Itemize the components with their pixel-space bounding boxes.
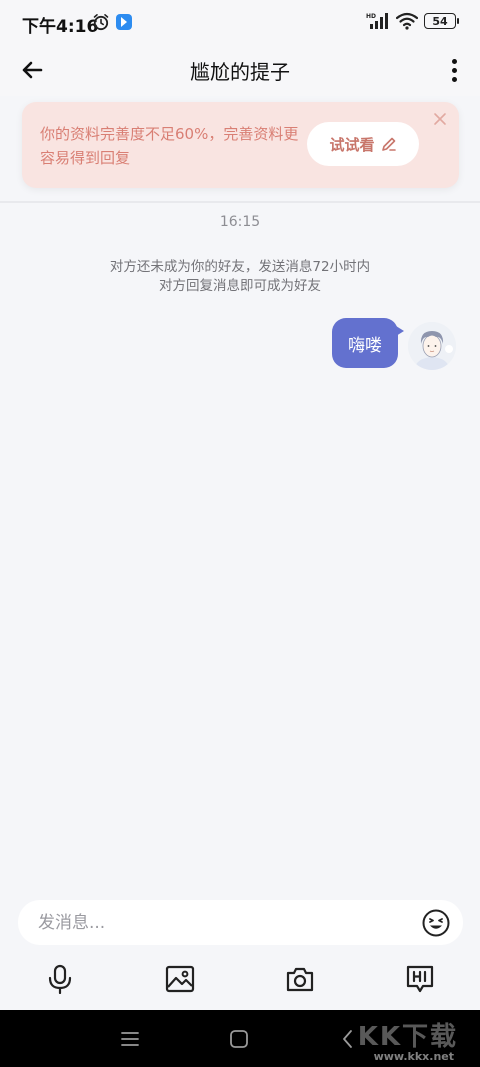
profile-completeness-banner: 你的资料完善度不足60%，完善资料更容易得到回复 试试看 xyxy=(22,102,459,188)
pencil-icon xyxy=(381,137,396,151)
greeting-button[interactable] xyxy=(402,961,438,997)
more-vertical-icon xyxy=(451,58,457,64)
banner-message: 你的资料完善度不足60%，完善资料更容易得到回复 xyxy=(40,125,299,167)
close-banner-icon[interactable] xyxy=(433,112,447,126)
battery-indicator: 54 xyxy=(424,13,459,29)
status-bar: 下午4:16 HD 54 xyxy=(0,0,480,44)
user-avatar-illustration xyxy=(408,322,456,370)
system-notice-line: 对方还未成为你的好友，发送消息72小时内 xyxy=(109,259,371,275)
page-title: 尴尬的提子 xyxy=(190,60,290,84)
try-button-label: 试试看 xyxy=(329,135,375,154)
camera-icon xyxy=(286,967,314,992)
nav-bar: 尴尬的提子 xyxy=(0,44,480,96)
voice-button[interactable] xyxy=(42,961,78,997)
app-notification-icon xyxy=(116,14,132,30)
system-notice: 对方还未成为你的好友，发送消息72小时内 对方回复消息即可成为好友 xyxy=(0,258,480,296)
menu-icon[interactable] xyxy=(119,1028,141,1050)
watermark-url: www.kkx.net xyxy=(373,1050,454,1063)
message-input[interactable] xyxy=(38,900,408,945)
signal-icon: HD xyxy=(366,13,388,29)
hi-icon xyxy=(406,965,434,993)
alarm-icon xyxy=(93,14,109,31)
camera-button[interactable] xyxy=(282,961,318,997)
avatar[interactable] xyxy=(408,322,456,370)
message-text: 嗨喽 xyxy=(348,335,382,356)
header-divider xyxy=(0,201,480,203)
image-button[interactable] xyxy=(162,961,198,997)
system-back-icon[interactable] xyxy=(337,1028,359,1050)
emoji-icon[interactable] xyxy=(421,908,451,938)
try-button[interactable]: 试试看 xyxy=(307,122,419,166)
system-notice-line: 对方回复消息即可成为好友 xyxy=(159,278,321,294)
status-indicators: HD 54 xyxy=(366,12,459,30)
message-timestamp: 16:15 xyxy=(219,214,261,230)
message-composer xyxy=(18,900,463,945)
wifi-icon xyxy=(396,12,418,30)
watermark-logo: KK下载 xyxy=(357,1022,458,1052)
image-icon xyxy=(165,965,195,993)
more-options-button[interactable] xyxy=(442,54,466,86)
home-icon[interactable] xyxy=(228,1028,250,1050)
sent-message-bubble[interactable]: 嗨喽 xyxy=(332,318,404,368)
status-time: 下午4:16 xyxy=(22,17,99,37)
chat-toolbar xyxy=(0,955,480,1005)
mic-icon xyxy=(48,964,72,994)
svg-text:HD: HD xyxy=(366,13,376,20)
